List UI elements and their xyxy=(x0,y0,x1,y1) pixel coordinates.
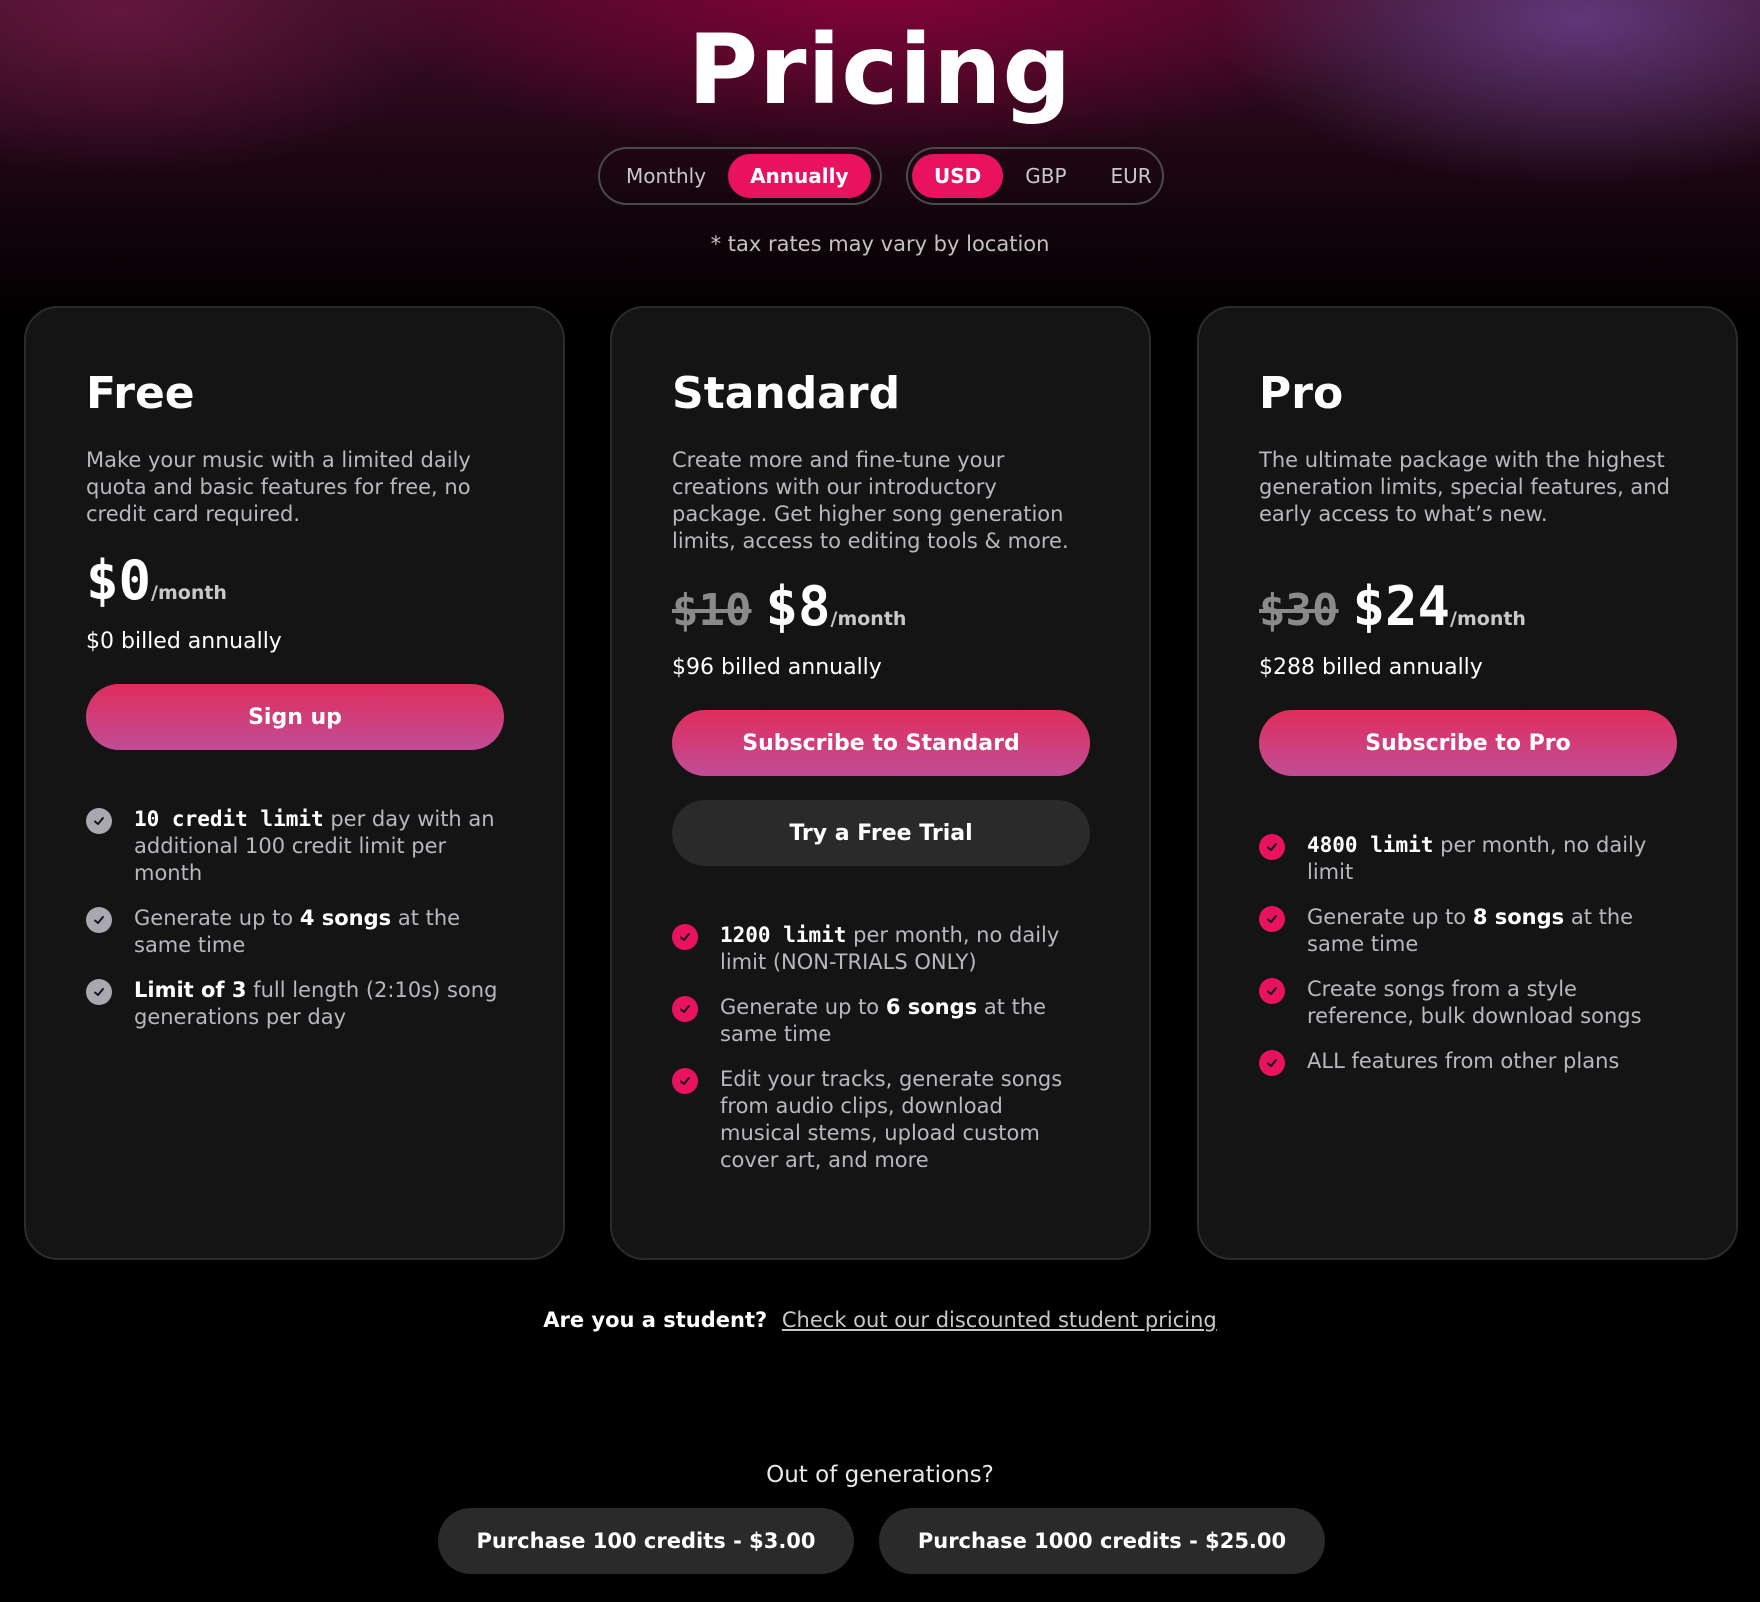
feature-prefix: Generate up to xyxy=(134,906,300,930)
plan-name: Free xyxy=(86,368,195,419)
price-row: $10 $8 /month xyxy=(672,575,1089,645)
feature-text: Create songs from a style reference, bul… xyxy=(1307,977,1642,1028)
check-icon xyxy=(86,808,112,834)
feature-item: 4800 limit per month, no daily limit xyxy=(1259,832,1676,886)
billed-annually-text: $96 billed annually xyxy=(672,655,882,680)
feature-text: 1200 limit per month, no daily limit (NO… xyxy=(720,922,1089,976)
price-period: /month xyxy=(151,582,227,604)
feature-item: Generate up to 8 songs at the same time xyxy=(1259,904,1676,958)
feature-list: 10 credit limit per day with an addition… xyxy=(86,806,503,1031)
feature-highlight: 1200 limit xyxy=(720,923,847,947)
feature-highlight: 8 songs xyxy=(1472,905,1565,929)
toggle-annually[interactable]: Annually xyxy=(728,154,871,198)
check-icon xyxy=(1259,978,1285,1004)
check-icon xyxy=(86,907,112,933)
feature-item: 1200 limit per month, no daily limit (NO… xyxy=(672,922,1089,976)
feature-text: 4800 limit per month, no daily limit xyxy=(1307,832,1676,886)
purchase-1000-credits-button[interactable]: Purchase 1000 credits - $25.00 xyxy=(879,1508,1325,1574)
feature-text: ALL features from other plans xyxy=(1307,1049,1620,1073)
plan-description: The ultimate package with the highest ge… xyxy=(1259,448,1670,526)
check-icon xyxy=(672,924,698,950)
check-icon xyxy=(672,1068,698,1094)
price-period: /month xyxy=(830,608,907,630)
original-price: $10 xyxy=(672,585,752,636)
feature-text: Generate up to 8 songs at the same time xyxy=(1307,904,1676,958)
feature-highlight: 10 credit limit xyxy=(134,807,324,831)
feature-item: ALL features from other plans xyxy=(1259,1048,1676,1076)
billed-annually-text: $288 billed annually xyxy=(1259,655,1483,680)
student-pricing-row: Are you a student? Check out our discoun… xyxy=(0,1308,1760,1332)
billing-period-toggle: Monthly Annually xyxy=(598,147,882,205)
toggle-usd[interactable]: USD xyxy=(912,154,1004,198)
feature-highlight: 6 songs xyxy=(885,995,978,1019)
purchase-100-credits-button[interactable]: Purchase 100 credits - $3.00 xyxy=(438,1508,854,1574)
feature-highlight: Limit of 3 xyxy=(134,978,247,1002)
currency-toggle: USD GBP EUR xyxy=(906,147,1164,205)
out-of-generations-heading: Out of generations? xyxy=(766,1462,994,1488)
sign-up-button[interactable]: Sign up xyxy=(86,684,504,750)
check-icon xyxy=(1259,906,1285,932)
plan-card-free: Free Make your music with a limited dail… xyxy=(24,306,565,1260)
free-trial-button[interactable]: Try a Free Trial xyxy=(672,800,1090,866)
plan-name: Pro xyxy=(1259,368,1344,419)
feature-item: Edit your tracks, generate songs from au… xyxy=(672,1066,1089,1174)
feature-prefix: Generate up to xyxy=(720,995,886,1019)
feature-highlight: 4800 limit xyxy=(1307,833,1434,857)
plan-description: Make your music with a limited daily quo… xyxy=(86,448,471,526)
subscribe-pro-button[interactable]: Subscribe to Pro xyxy=(1259,710,1677,776)
student-pricing-link[interactable]: Check out our discounted student pricing xyxy=(782,1308,1217,1332)
feature-item: Create songs from a style reference, bul… xyxy=(1259,976,1676,1030)
price-row: $30 $24 /month xyxy=(1259,575,1676,645)
current-price: $8 xyxy=(765,575,831,638)
feature-text: 10 credit limit per day with an addition… xyxy=(134,806,503,887)
toggle-eur[interactable]: EUR xyxy=(1089,154,1174,198)
current-price: $0 xyxy=(86,549,152,612)
current-price: $24 xyxy=(1352,575,1451,638)
toggle-monthly[interactable]: Monthly xyxy=(604,154,728,198)
feature-list: 4800 limit per month, no daily limit Gen… xyxy=(1259,832,1676,1076)
original-price: $30 xyxy=(1259,585,1339,636)
feature-text: Generate up to 4 songs at the same time xyxy=(134,905,503,959)
feature-list: 1200 limit per month, no daily limit (NO… xyxy=(672,922,1089,1174)
plan-card-pro: Pro The ultimate package with the highes… xyxy=(1197,306,1738,1260)
tax-note: * tax rates may vary by location xyxy=(710,232,1050,256)
feature-item: 10 credit limit per day with an addition… xyxy=(86,806,503,887)
feature-item: Limit of 3 full length (2:10s) song gene… xyxy=(86,977,503,1031)
check-icon xyxy=(1259,834,1285,860)
plan-card-standard: Standard Create more and fine-tune your … xyxy=(610,306,1151,1260)
feature-highlight: 4 songs xyxy=(299,906,392,930)
toggle-gbp[interactable]: GBP xyxy=(1003,154,1088,198)
pricing-page: Pricing Monthly Annually USD GBP EUR * t… xyxy=(0,0,1760,1602)
check-icon xyxy=(86,979,112,1005)
feature-text: Generate up to 6 songs at the same time xyxy=(720,994,1089,1048)
check-icon xyxy=(672,996,698,1022)
price-period: /month xyxy=(1450,608,1526,630)
billed-annually-text: $0 billed annually xyxy=(86,629,282,654)
check-icon xyxy=(1259,1050,1285,1076)
feature-prefix: Generate up to xyxy=(1307,905,1473,929)
feature-item: Generate up to 4 songs at the same time xyxy=(86,905,503,959)
student-question: Are you a student? xyxy=(543,1308,768,1332)
page-title: Pricing xyxy=(687,14,1073,126)
subscribe-standard-button[interactable]: Subscribe to Standard xyxy=(672,710,1090,776)
plan-description: Create more and fine-tune your creations… xyxy=(672,448,1069,553)
feature-text: Edit your tracks, generate songs from au… xyxy=(720,1067,1063,1172)
feature-text: Limit of 3 full length (2:10s) song gene… xyxy=(134,977,503,1031)
feature-item: Generate up to 6 songs at the same time xyxy=(672,994,1089,1048)
price-row: $0 /month xyxy=(86,549,503,619)
plan-name: Standard xyxy=(672,368,901,419)
